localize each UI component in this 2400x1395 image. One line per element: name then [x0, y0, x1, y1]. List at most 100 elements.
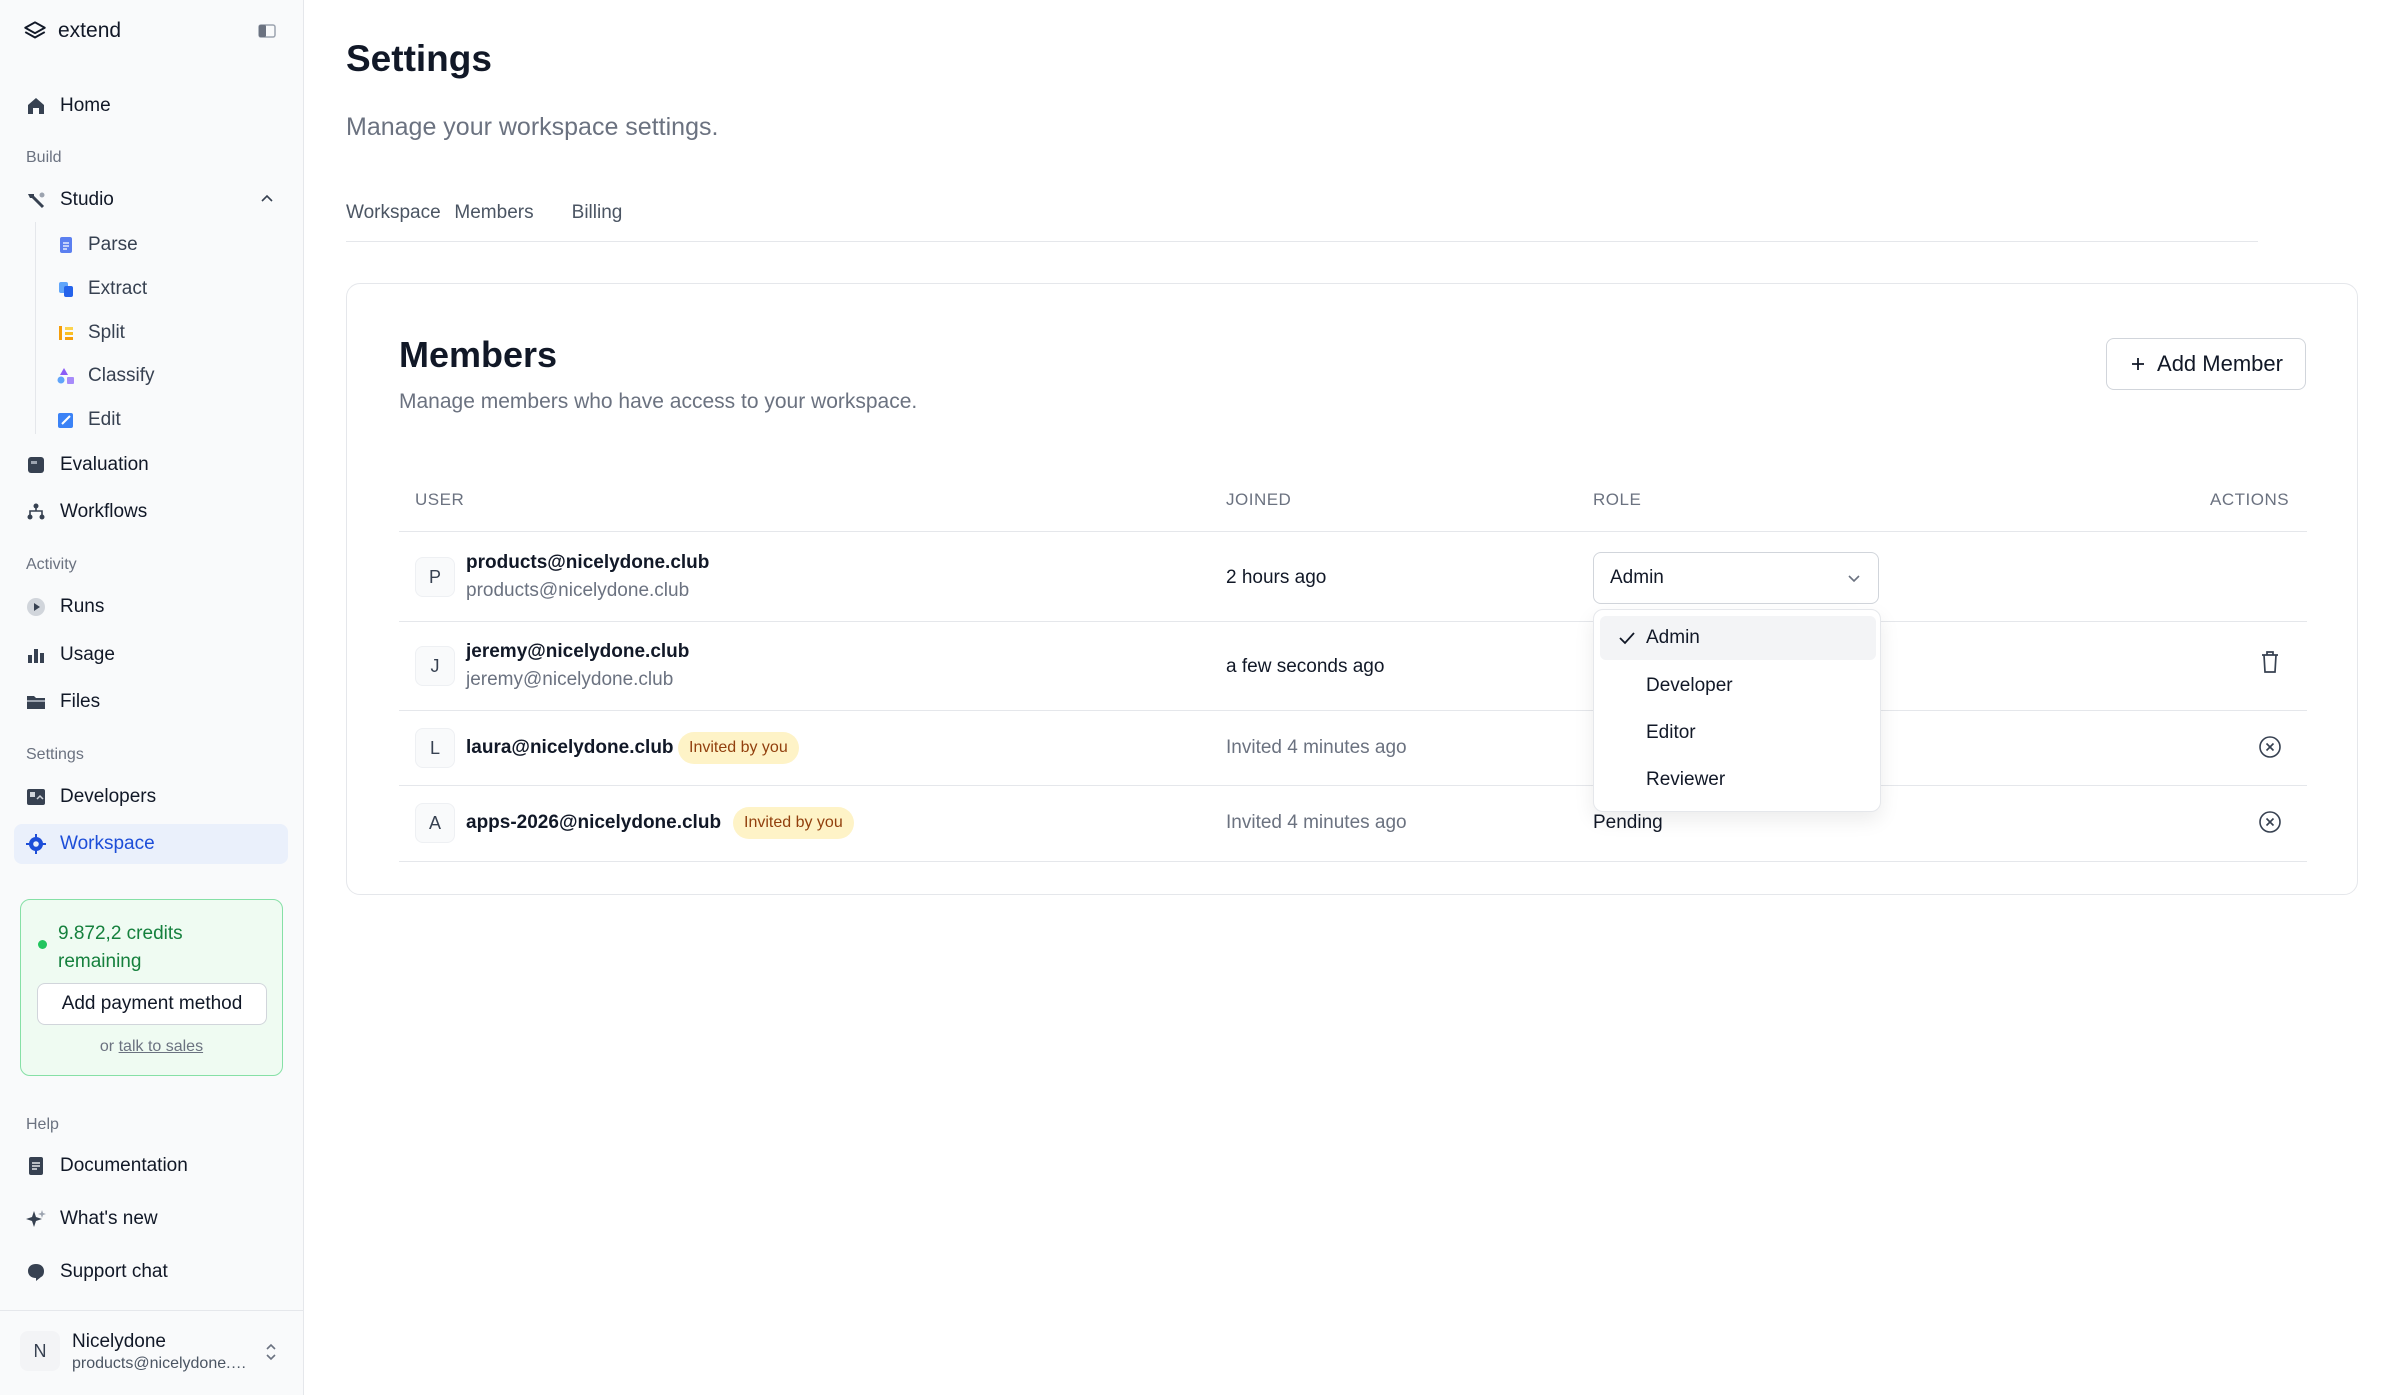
extract-icon [59, 282, 73, 297]
chevron-down-icon [1848, 575, 1860, 583]
role-option-reviewer[interactable]: Reviewer [1600, 758, 1876, 802]
chevron-up-icon[interactable] [258, 190, 276, 208]
sidebar-item-files[interactable]: Files [14, 682, 288, 722]
sidebar-item-edit[interactable]: Edit [56, 402, 121, 438]
sidebar-item-label: Edit [88, 409, 121, 430]
user-name: Nicelydone [72, 1331, 166, 1352]
section-build: Build [26, 149, 62, 166]
divider [399, 785, 2307, 786]
sidebar-item-workspace[interactable]: Workspace [14, 824, 288, 864]
tab-members[interactable]: Members [434, 202, 554, 242]
section-help: Help [26, 1116, 59, 1133]
sidebar-item-label: Files [60, 691, 101, 712]
sidebar-item-studio[interactable]: Studio [14, 180, 288, 220]
members-card: Members Manage members who have access t… [346, 283, 2358, 895]
evaluation-icon [24, 453, 48, 477]
member-email: apps-2026@nicelydone.club [466, 812, 722, 833]
sidebar-item-label: Workspace [60, 833, 155, 854]
document-icon [24, 1154, 48, 1178]
brand[interactable]: extend [22, 18, 121, 44]
add-member-label: Add Member [2157, 351, 2283, 376]
gear-icon [24, 832, 48, 856]
user-menu[interactable]: N Nicelydone products@nicelydone.club [0, 1310, 304, 1395]
add-member-button[interactable]: Add Member [2106, 338, 2306, 390]
members-title: Members [399, 334, 558, 375]
sidebar-item-support-chat[interactable]: Support chat [14, 1252, 288, 1292]
sidebar-item-label: Parse [88, 234, 138, 255]
role-option-editor[interactable]: Editor [1600, 711, 1876, 755]
home-icon [24, 94, 48, 118]
cancel-invite-icon[interactable] [2258, 734, 2282, 760]
role-select[interactable]: Admin [1593, 552, 1879, 604]
sidebar-item-home[interactable]: Home [14, 86, 288, 126]
tab-workspace[interactable]: Workspace [346, 202, 441, 242]
invited-badge: Invited by you [678, 732, 799, 764]
divider [399, 710, 2307, 711]
sidebar-item-extract[interactable]: Extract [56, 271, 147, 307]
role-option-label: Reviewer [1646, 769, 1726, 790]
add-payment-method-button[interactable]: Add payment method [37, 983, 267, 1025]
member-sub-email: jeremy@nicelydone.club [466, 669, 674, 690]
role-option-label: Developer [1646, 675, 1733, 696]
column-header-actions: ACTIONS [2210, 490, 2290, 509]
avatar: A [415, 803, 455, 843]
role-option-developer[interactable]: Developer [1600, 664, 1876, 708]
sidebar-item-classify[interactable]: Classify [56, 358, 155, 394]
column-header-role: ROLE [1593, 490, 1642, 509]
sidebar-item-label: Extract [88, 278, 148, 299]
trash-icon[interactable] [2258, 649, 2282, 675]
sidebar-item-label: Split [88, 322, 125, 343]
split-icon [59, 326, 73, 340]
divider [399, 531, 2307, 532]
sidebar-item-documentation[interactable]: Documentation [14, 1146, 288, 1186]
cancel-invite-icon[interactable] [2258, 809, 2282, 835]
sidebar-item-label: Usage [60, 644, 115, 665]
status-dot [38, 940, 47, 949]
folder-icon [24, 690, 48, 714]
sidebar-item-label: Evaluation [60, 454, 149, 475]
classify-icon [57, 368, 74, 384]
or-text: or [99, 1038, 115, 1055]
member-role-status: Pending [1593, 812, 1663, 833]
member-joined: a few seconds ago [1226, 656, 1385, 677]
brand-name: extend [58, 19, 122, 42]
sidebar-item-runs[interactable]: Runs [14, 587, 288, 627]
role-option-admin[interactable]: Admin [1600, 616, 1876, 660]
role-option-label: Admin [1646, 627, 1700, 648]
avatar: P [415, 557, 455, 597]
sidebar-item-usage[interactable]: Usage [14, 635, 288, 675]
bar-chart-icon [24, 643, 48, 667]
sidebar-item-parse[interactable]: Parse [56, 227, 138, 263]
extend-logo-icon [24, 21, 46, 39]
section-settings: Settings [26, 746, 84, 763]
sidebar-item-whats-new[interactable]: What's new [14, 1199, 288, 1239]
play-icon [24, 595, 48, 619]
page-subtitle: Manage your workspace settings. [346, 113, 719, 141]
sidebar: extend Home Build Studio Parse Extract S… [0, 0, 304, 1395]
divider [399, 621, 2307, 622]
tab-billing[interactable]: Billing [558, 202, 636, 242]
avatar: J [415, 646, 455, 686]
chevron-up-down-icon[interactable] [262, 1341, 280, 1363]
sidebar-item-developers[interactable]: Developers [14, 777, 288, 817]
sidebar-item-label: Developers [60, 786, 157, 807]
studio-icon [24, 188, 48, 212]
sidebar-item-workflows[interactable]: Workflows [14, 492, 288, 532]
sidebar-item-label: Studio [60, 189, 114, 210]
chat-icon [24, 1260, 48, 1284]
member-email: jeremy@nicelydone.club [466, 641, 690, 662]
user-email: products@nicelydone.club [72, 1355, 252, 1372]
page-title: Settings [346, 38, 492, 79]
role-select-value: Admin [1610, 567, 1664, 588]
credits-card: 9.872,2 credits remaining Add payment me… [20, 899, 283, 1076]
invited-badge: Invited by you [733, 807, 854, 839]
sidebar-item-label: Support chat [60, 1261, 168, 1282]
sidebar-item-label: Documentation [60, 1155, 188, 1176]
talk-to-sales-link[interactable]: talk to sales [119, 1038, 203, 1055]
sidebar-item-evaluation[interactable]: Evaluation [14, 445, 288, 485]
sidebar-collapse-icon[interactable] [256, 20, 278, 42]
section-activity: Activity [26, 556, 77, 573]
sidebar-item-split[interactable]: Split [56, 315, 125, 351]
parse-icon [60, 237, 72, 253]
sidebar-item-label: What's new [60, 1208, 158, 1229]
